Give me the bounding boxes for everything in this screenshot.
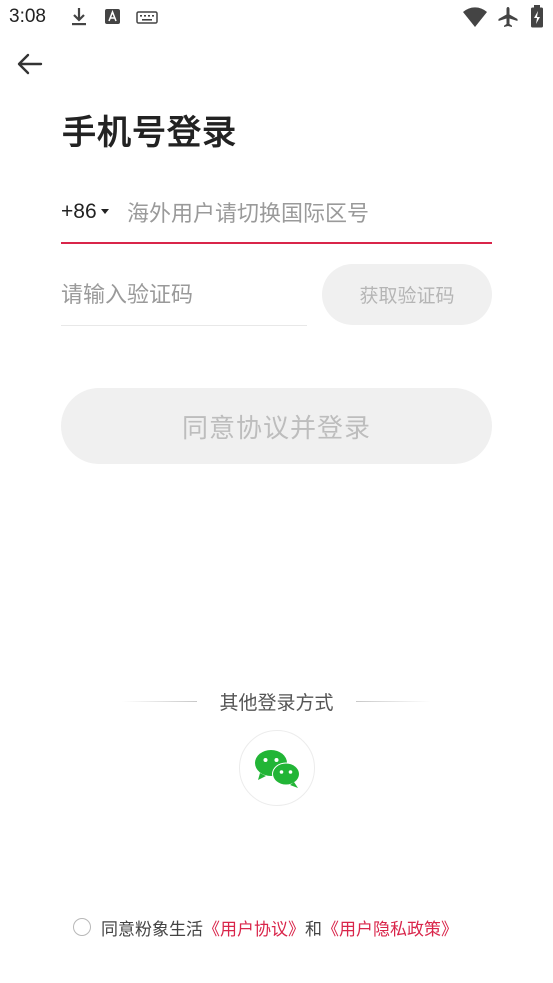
back-button[interactable] xyxy=(14,48,46,80)
keyboard-icon xyxy=(136,6,158,32)
phone-number-input[interactable] xyxy=(127,196,487,232)
other-login-label: 其他登录方式 xyxy=(219,692,334,714)
status-time: 3:08 xyxy=(9,6,46,27)
agree-and-login-button[interactable]: 同意协议并登录 xyxy=(61,388,492,464)
get-code-button[interactable]: 获取验证码 xyxy=(322,264,492,325)
verify-code-input[interactable] xyxy=(61,277,301,313)
verify-code-row xyxy=(61,268,307,326)
status-bar: 3:08 xyxy=(0,0,553,38)
agreement-and: 和 xyxy=(305,919,322,940)
agreement-row: 同意粉象生活 《用户协议》 和 《用户隐私政策》 xyxy=(73,914,458,940)
phone-input-row: +86 xyxy=(61,190,492,244)
caret-down-icon xyxy=(100,208,109,214)
user-agreement-link[interactable]: 《用户协议》 xyxy=(203,915,305,940)
airplane-icon xyxy=(496,5,520,33)
other-login-section: 其他登录方式 xyxy=(0,688,553,716)
wechat-login-button[interactable] xyxy=(239,730,315,806)
text-icon xyxy=(104,6,122,32)
privacy-policy-link[interactable]: 《用户隐私政策》 xyxy=(322,915,458,940)
wifi-icon xyxy=(462,5,488,33)
country-code-selector[interactable]: +86 xyxy=(61,200,109,224)
arrow-left-icon xyxy=(14,53,46,84)
agreement-prefix: 同意粉象生活 xyxy=(101,919,203,940)
page-title: 手机号登录 xyxy=(62,113,237,153)
download-icon xyxy=(70,6,88,32)
country-code-label: +86 xyxy=(61,200,97,223)
battery-icon xyxy=(530,5,544,33)
agree-radio[interactable] xyxy=(73,918,91,936)
divider-right xyxy=(356,701,431,702)
